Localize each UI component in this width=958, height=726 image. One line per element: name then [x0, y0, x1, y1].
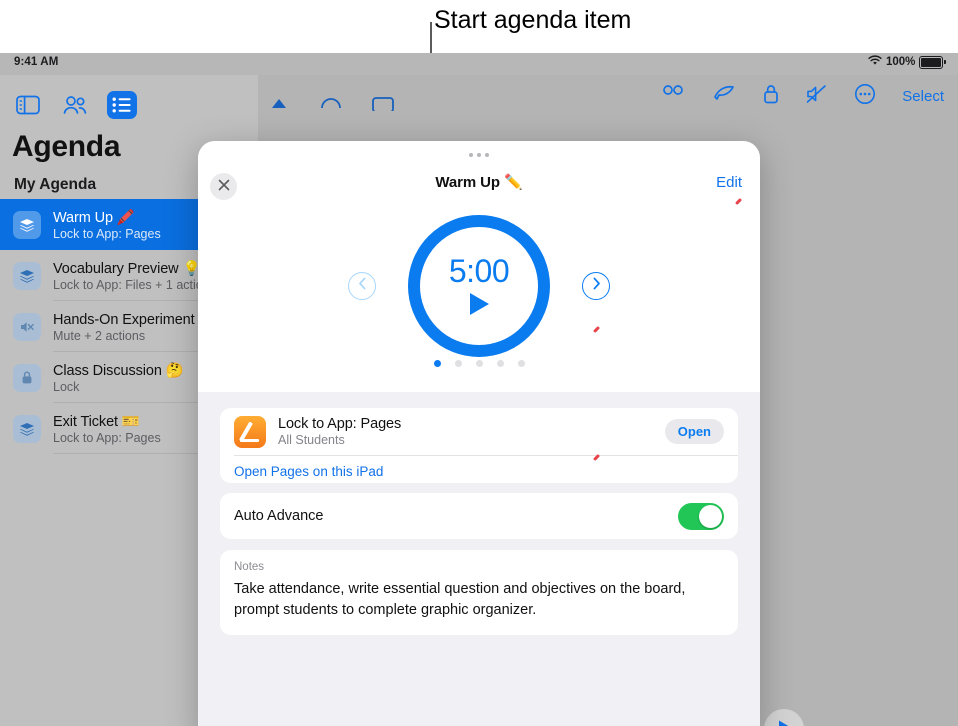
- auto-advance-card: Auto Advance: [220, 493, 738, 539]
- class-toolbar: Select: [258, 75, 958, 123]
- agenda-item-subtitle: Lock to App: Pages: [53, 430, 161, 445]
- lock-icon: [13, 363, 41, 392]
- app-row: Lock to App: Pages All Students Open: [220, 408, 738, 455]
- battery-percent: 100%: [885, 56, 916, 68]
- agenda-item-title: Exit Ticket 🎫: [53, 413, 140, 430]
- page-title: Agenda: [12, 130, 121, 163]
- page-dot[interactable]: [496, 360, 504, 367]
- sidebar-item-agenda-list-icon[interactable]: [107, 91, 137, 119]
- agenda-item-subtitle: Lock to App: Pages: [53, 226, 161, 241]
- sidebar-toolbar: [0, 83, 258, 127]
- notes-body: Take attendance, write essential questio…: [234, 581, 686, 619]
- page-indicator[interactable]: [198, 360, 760, 367]
- agenda-item-title: Vocabulary Preview 💡: [53, 260, 201, 277]
- modal-title: Warm Up ✏️: [435, 174, 523, 191]
- page-dot[interactable]: [433, 360, 441, 367]
- pages-icon: [234, 415, 266, 448]
- agenda-item-title: Warm Up 🖍️: [53, 209, 135, 226]
- select-button[interactable]: Select: [902, 88, 944, 105]
- group-icon[interactable]: [660, 84, 686, 109]
- app-lock-card: Lock to App: Pages All Students Open Ope…: [220, 408, 738, 483]
- status-time: 9:41 AM: [14, 56, 59, 68]
- play-icon: [775, 718, 793, 726]
- status-indicators: 100%: [868, 55, 946, 69]
- timer-value: 5:00: [448, 253, 510, 289]
- open-button[interactable]: Open: [664, 419, 724, 444]
- agenda-item-subtitle: Lock to App: Files + 1 action: [53, 277, 210, 292]
- page-dot[interactable]: [475, 360, 483, 367]
- open-app-link[interactable]: Open Pages on this iPad: [234, 464, 383, 479]
- ipad-screen: 9:41 AM 100% Agenda My Agenda Warm Up 🖍️…: [0, 53, 958, 726]
- layers-icon: [13, 261, 41, 290]
- navigate-icon[interactable]: [712, 84, 736, 109]
- auto-advance-toggle[interactable]: [678, 502, 724, 530]
- agenda-item-subtitle: Mute + 2 actions: [53, 328, 146, 343]
- sidebar-toggle-icon[interactable]: [13, 91, 43, 119]
- layers-icon: [13, 414, 41, 443]
- chevron-left-icon: [358, 277, 367, 295]
- modal-header-area: Warm Up ✏️ Edit 5:00: [198, 141, 760, 392]
- mute-icon[interactable]: [806, 84, 828, 109]
- agenda-item-subtitle: Lock: [53, 379, 80, 394]
- status-bar: 9:41 AM 100%: [0, 53, 958, 75]
- edit-button[interactable]: Edit: [716, 174, 742, 191]
- more-icon[interactable]: [854, 83, 876, 110]
- page-dot[interactable]: [454, 360, 462, 367]
- agenda-item-title: Hands-On Experiment 🧪: [53, 311, 217, 328]
- dim-screen-icon[interactable]: [318, 89, 344, 116]
- timer-control: 5:00: [198, 211, 760, 361]
- next-item-button[interactable]: [582, 272, 610, 300]
- airplay-icon[interactable]: [266, 89, 292, 116]
- page-dot[interactable]: [517, 360, 525, 367]
- layers-icon: [13, 210, 41, 239]
- battery-full-icon: [919, 55, 946, 69]
- chevron-right-icon: [592, 277, 601, 295]
- sidebar-section-header: My Agenda: [14, 176, 97, 193]
- grabber-dots-icon[interactable]: [469, 153, 489, 157]
- app-card-title: Lock to App: Pages: [278, 416, 402, 432]
- lock-icon[interactable]: [762, 83, 780, 110]
- timer-ring[interactable]: 5:00: [408, 215, 550, 357]
- previous-item-button[interactable]: [348, 272, 376, 300]
- agenda-item-title: Class Discussion 🤔: [53, 362, 184, 379]
- people-icon[interactable]: [60, 91, 90, 119]
- agenda-item-detail-modal: Warm Up ✏️ Edit 5:00 Lock to App: Pages …: [198, 141, 760, 726]
- auto-advance-label: Auto Advance: [234, 508, 324, 524]
- notes-card[interactable]: Notes Take attendance, write essential q…: [220, 550, 738, 636]
- mute-icon: [13, 312, 41, 341]
- app-card-subtitle: All Students: [278, 433, 345, 447]
- notes-label: Notes: [234, 561, 265, 573]
- play-icon[interactable]: [469, 293, 489, 315]
- screen-view-icon[interactable]: [370, 89, 396, 116]
- divider: [234, 455, 738, 456]
- wifi-icon: [868, 55, 882, 69]
- callout-label: Start agenda item: [434, 6, 632, 34]
